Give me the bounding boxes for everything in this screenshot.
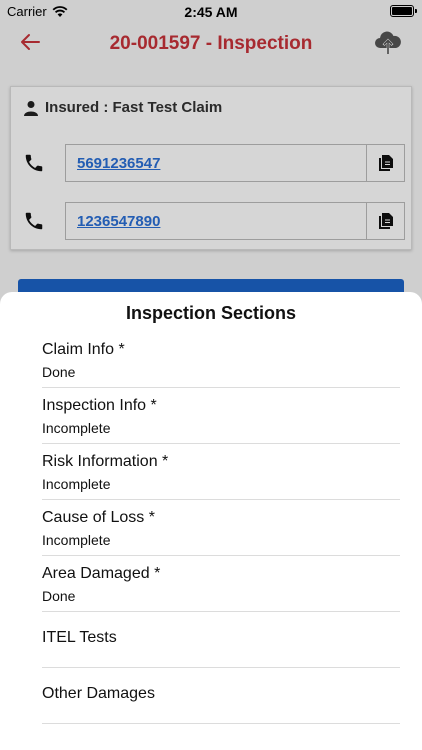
section-name: Risk Information * [42,453,169,470]
inspection-sections-sheet: Inspection Sections Claim Info * Done In… [0,292,422,750]
section-status: Done [42,588,76,604]
section-name: Cause of Loss * [42,509,155,526]
section-name: ITEL Tests [42,629,117,646]
section-name: Claim Info * [42,341,125,358]
section-item-risk-information[interactable]: Risk Information * Incomplete [42,444,400,500]
section-status: Done [42,364,76,380]
section-name: Inspection Info * [42,397,157,414]
section-item-other-damages[interactable]: Other Damages [42,668,400,724]
section-name: Area Damaged * [42,565,161,582]
section-status: Incomplete [42,476,111,492]
section-name: Other Damages [42,685,155,702]
section-item-claim-info[interactable]: Claim Info * Done [42,332,400,388]
section-item-area-damaged[interactable]: Area Damaged * Done [42,556,400,612]
section-status: Incomplete [42,532,111,548]
section-list: Claim Info * Done Inspection Info * Inco… [42,332,400,724]
section-item-inspection-info[interactable]: Inspection Info * Incomplete [42,388,400,444]
section-item-cause-of-loss[interactable]: Cause of Loss * Incomplete [42,500,400,556]
section-status: Incomplete [42,420,111,436]
sheet-title: Inspection Sections [125,303,297,323]
section-item-itel-tests[interactable]: ITEL Tests [42,612,400,668]
